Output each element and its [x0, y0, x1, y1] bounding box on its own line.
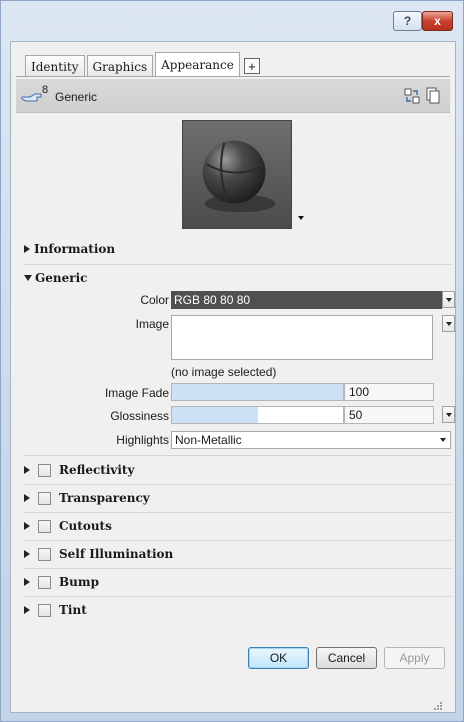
asset-name: Generic [55, 90, 98, 104]
section-cutouts-label: Cutouts [59, 519, 112, 533]
color-options-dropdown[interactable] [442, 291, 455, 308]
glossiness-slider[interactable] [171, 406, 344, 424]
divider [24, 484, 451, 485]
tab-appearance[interactable]: Appearance [155, 52, 240, 77]
expand-triangle-icon [24, 606, 30, 614]
section-information[interactable]: Information [24, 242, 115, 256]
image-fade-label: Image Fade [104, 386, 169, 400]
apply-button[interactable]: Apply [384, 647, 445, 669]
color-label: Color [140, 293, 169, 307]
section-generic-label: Generic [35, 271, 88, 285]
divider [24, 540, 451, 541]
divider [24, 512, 451, 513]
cutouts-checkbox[interactable] [38, 519, 51, 533]
replace-asset-icon[interactable] [403, 87, 421, 105]
image-fade-input[interactable]: 100 [344, 383, 434, 401]
highlights-label: Highlights [116, 433, 169, 447]
asset-header: 8 Generic [16, 79, 450, 113]
divider [24, 264, 451, 265]
section-bump-label: Bump [59, 575, 99, 589]
ok-button[interactable]: OK [248, 647, 309, 669]
image-field[interactable] [171, 315, 433, 360]
color-field[interactable]: RGB 80 80 80 [171, 291, 442, 309]
section-cutouts[interactable]: Cutouts [24, 519, 112, 533]
reflectivity-checkbox[interactable] [38, 463, 51, 477]
divider [24, 455, 451, 456]
glossiness-options-dropdown[interactable] [442, 406, 455, 423]
image-fade-slider-fill [172, 384, 343, 400]
add-tab-button[interactable]: + [243, 58, 260, 74]
resize-grip-icon[interactable] [433, 701, 443, 711]
tab-strip: Identity Graphics Appearance + [25, 51, 260, 77]
section-tint-label: Tint [59, 603, 87, 617]
dialog-client: Identity Graphics Appearance + 8 Generic [10, 41, 456, 713]
tint-checkbox[interactable] [38, 603, 51, 617]
title-bar: ? x [1, 1, 464, 41]
collapse-triangle-icon [24, 275, 32, 281]
section-generic[interactable]: Generic [24, 271, 87, 285]
divider [24, 568, 451, 569]
tab-graphics[interactable]: Graphics [86, 55, 154, 77]
glossiness-label: Glossiness [110, 409, 169, 423]
tab-divider [16, 76, 450, 77]
hand-icon [21, 93, 42, 102]
glossiness-input[interactable]: 50 [344, 406, 434, 424]
glossiness-slider-fill [172, 407, 258, 423]
preview-options-arrow-icon[interactable] [298, 216, 304, 220]
no-image-text: (no image selected) [171, 365, 277, 379]
duplicate-asset-icon[interactable] [424, 87, 442, 105]
expand-triangle-icon [24, 245, 30, 253]
bump-checkbox[interactable] [38, 575, 51, 589]
image-fade-slider[interactable] [171, 383, 344, 401]
chevron-down-icon [440, 438, 446, 442]
section-reflectivity[interactable]: Reflectivity [24, 463, 134, 477]
asset-usage-count: 8 [42, 84, 49, 96]
section-tint[interactable]: Tint [24, 603, 87, 617]
dialog-window: ? x Identity Graphics Appearance + 8 Gen… [0, 0, 464, 722]
section-self-illumination[interactable]: Self Illumination [24, 547, 173, 561]
close-button[interactable]: x [422, 11, 453, 31]
section-information-label: Information [34, 242, 116, 256]
image-label: Image [135, 317, 169, 331]
tab-identity[interactable]: Identity [25, 55, 85, 77]
divider [24, 596, 451, 597]
section-transparency-label: Transparency [59, 491, 150, 505]
section-transparency[interactable]: Transparency [24, 491, 150, 505]
expand-triangle-icon [24, 466, 30, 474]
expand-triangle-icon [24, 578, 30, 586]
highlights-value: Non-Metallic [175, 433, 242, 447]
transparency-checkbox[interactable] [38, 491, 51, 505]
help-button[interactable]: ? [393, 11, 422, 31]
expand-triangle-icon [24, 550, 30, 558]
highlights-select[interactable]: Non-Metallic [171, 431, 451, 449]
material-preview-swatch[interactable] [182, 120, 292, 229]
section-bump[interactable]: Bump [24, 575, 99, 589]
cancel-button[interactable]: Cancel [316, 647, 377, 669]
expand-triangle-icon [24, 522, 30, 530]
section-reflectivity-label: Reflectivity [59, 463, 135, 477]
section-self-illumination-label: Self Illumination [59, 547, 174, 561]
image-options-dropdown[interactable] [442, 315, 455, 332]
expand-triangle-icon [24, 494, 30, 502]
self-illumination-checkbox[interactable] [38, 547, 51, 561]
